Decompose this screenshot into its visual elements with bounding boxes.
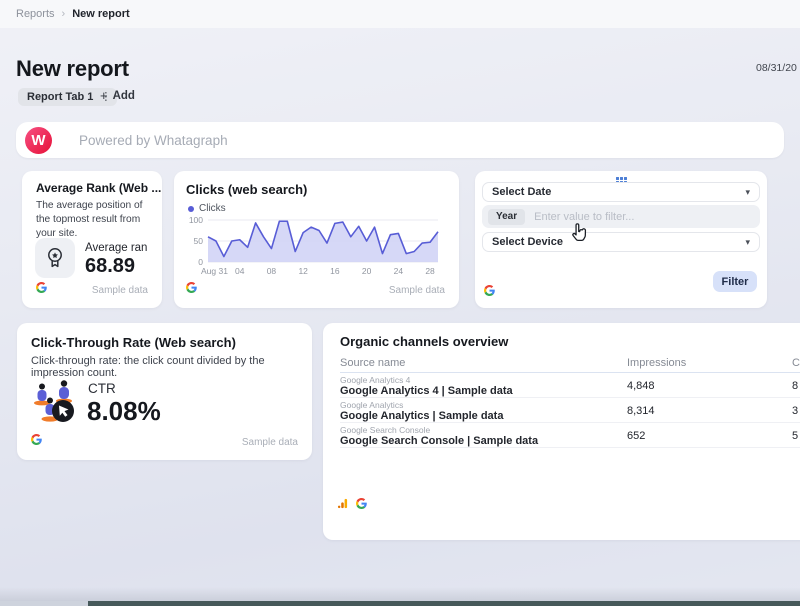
google-icon xyxy=(186,280,197,298)
column-header-source: Source name xyxy=(340,357,405,369)
google-icon xyxy=(31,432,42,450)
organic-channels-card: Organic channels overview Source name Im… xyxy=(323,323,800,540)
filter-card: Select Date ▾ Year Enter value to filter… xyxy=(475,171,767,308)
clicks-chart: 050100Aug 3104081216202428 xyxy=(182,215,444,279)
svg-text:12: 12 xyxy=(298,266,308,276)
average-rank-description: The average position of the topmost resu… xyxy=(36,199,151,240)
google-icon xyxy=(356,496,367,514)
svg-text:24: 24 xyxy=(394,266,404,276)
select-date-dropdown[interactable]: Select Date ▾ xyxy=(482,182,760,202)
bottom-bar-left-segment xyxy=(0,601,88,606)
sample-data-note: Sample data xyxy=(92,285,148,296)
column-header-impressions: Impressions xyxy=(627,357,686,369)
clicks-card: Clicks (web search) Clicks 050100Aug 310… xyxy=(174,171,459,308)
year-filter-tag[interactable]: Year xyxy=(488,209,525,225)
powered-by-text: Powered by Whatagraph xyxy=(79,133,228,148)
table-row: Google Analytics 4Google Analytics 4 | S… xyxy=(340,373,800,398)
ctr-description: Click-through rate: the click count divi… xyxy=(31,355,312,379)
cell-impressions: 4,848 xyxy=(627,380,655,392)
svg-text:08: 08 xyxy=(267,266,277,276)
powered-by-banner: W Powered by Whatagraph xyxy=(16,122,784,158)
people-cursor-illustration-icon xyxy=(31,377,77,430)
legend-label: Clicks xyxy=(199,203,226,214)
svg-text:28: 28 xyxy=(425,266,435,276)
add-tab-button[interactable]: + Add xyxy=(100,89,135,102)
report-date: 08/31/20 xyxy=(756,62,797,74)
cell-source-name: Google AnalyticsGoogle Analytics | Sampl… xyxy=(340,401,503,424)
svg-text:20: 20 xyxy=(362,266,372,276)
chevron-down-icon: ▾ xyxy=(745,237,750,248)
svg-text:100: 100 xyxy=(189,215,203,225)
table-row: Google Search ConsoleGoogle Search Conso… xyxy=(340,423,800,448)
page-bottom-shade xyxy=(0,587,800,601)
average-rank-metric-value: 68.89 xyxy=(85,255,135,278)
google-analytics-icon xyxy=(337,496,348,514)
legend-dot-icon xyxy=(188,206,194,212)
table-header-row: Source name Impressions C xyxy=(340,355,800,373)
google-icon xyxy=(36,280,47,298)
cell-impressions: 652 xyxy=(627,430,645,442)
organic-channels-table: Source name Impressions C Google Analyti… xyxy=(340,355,800,448)
filter-button[interactable]: Filter xyxy=(713,271,757,292)
breadcrumb-chevron-icon: › xyxy=(62,8,66,20)
google-icon xyxy=(484,283,495,301)
average-rank-card: Average Rank (Web ... The average positi… xyxy=(22,171,162,308)
bottom-taskbar[interactable] xyxy=(88,601,800,606)
ctr-title: Click-Through Rate (Web search) xyxy=(31,335,236,350)
ctr-metric-label: CTR xyxy=(88,381,116,396)
svg-text:04: 04 xyxy=(235,266,245,276)
column-header-clipped: C xyxy=(792,357,800,369)
breadcrumb-current: New report xyxy=(72,8,129,20)
cell-clipped-value: 8 xyxy=(792,380,798,392)
breadcrumb-reports-link[interactable]: Reports xyxy=(16,8,55,20)
report-tab-label: Report Tab 1 xyxy=(27,91,93,103)
ctr-metric-value: 8.08% xyxy=(87,396,161,427)
svg-text:16: 16 xyxy=(330,266,340,276)
table-source-icons xyxy=(337,496,367,514)
page-title: New report xyxy=(16,56,129,82)
cell-impressions: 8,314 xyxy=(627,405,655,417)
svg-text:Aug 31: Aug 31 xyxy=(201,266,228,276)
ctr-card: Click-Through Rate (Web search) Click-th… xyxy=(17,323,312,460)
cell-source-name: Google Analytics 4Google Analytics 4 | S… xyxy=(340,376,513,399)
chevron-down-icon: ▾ xyxy=(745,187,750,198)
average-rank-metric-label: Average ran xyxy=(85,242,147,254)
filter-value-input[interactable]: Year Enter value to filter... xyxy=(482,205,760,228)
medal-icon xyxy=(35,238,75,278)
whatagraph-logo: W xyxy=(25,127,52,154)
sample-data-note: Sample data xyxy=(389,285,445,296)
sample-data-note: Sample data xyxy=(242,437,298,448)
select-device-dropdown[interactable]: Select Device ▾ xyxy=(482,232,760,252)
cell-clipped-value: 5 xyxy=(792,430,798,442)
organic-channels-title: Organic channels overview xyxy=(340,334,508,349)
clicks-title: Clicks (web search) xyxy=(186,182,307,197)
cell-source-name: Google Search ConsoleGoogle Search Conso… xyxy=(340,426,538,449)
plus-icon: + xyxy=(100,89,108,102)
svg-text:50: 50 xyxy=(194,236,204,246)
table-row: Google AnalyticsGoogle Analytics | Sampl… xyxy=(340,398,800,423)
breadcrumb: Reports › New report xyxy=(0,0,800,28)
clicks-legend: Clicks xyxy=(188,203,226,214)
hand-pointer-cursor-icon xyxy=(568,221,590,250)
cell-clipped-value: 3 xyxy=(792,405,798,417)
average-rank-title: Average Rank (Web ... xyxy=(36,181,161,195)
